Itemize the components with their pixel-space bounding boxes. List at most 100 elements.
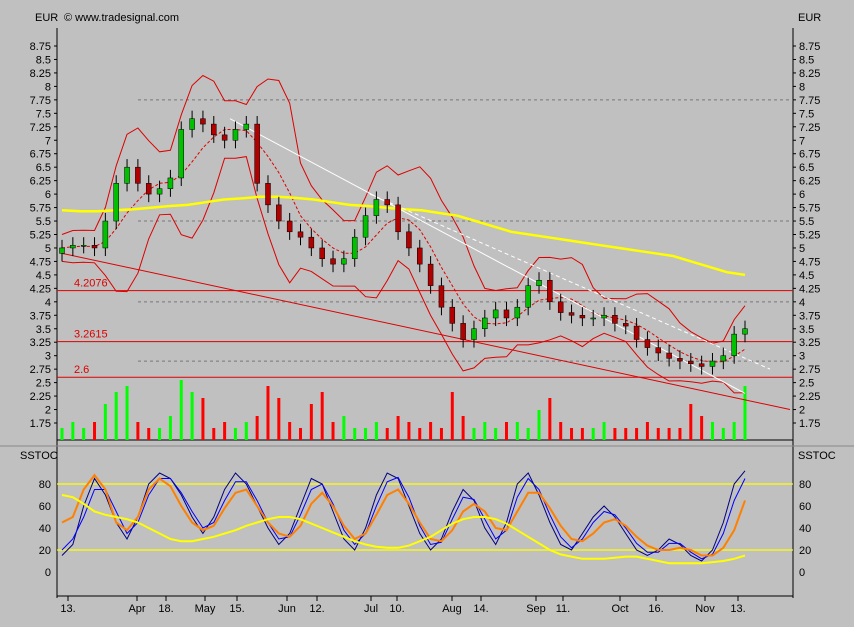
x-tick-label: Jun xyxy=(278,603,296,615)
price-tick-label-right: 2.75 xyxy=(799,364,820,376)
volume-bar xyxy=(331,422,335,440)
volume-bar xyxy=(472,428,476,440)
volume-bar xyxy=(396,416,400,440)
volume-bar xyxy=(266,386,270,440)
candle-body xyxy=(211,123,217,136)
price-tick-label-right: 5.25 xyxy=(799,230,820,242)
volume-bar xyxy=(212,428,216,440)
volume-bar xyxy=(190,392,194,440)
x-tick-label: 16. xyxy=(648,603,663,615)
price-tick-label-right: 5 xyxy=(799,243,805,255)
candle-body xyxy=(189,118,195,130)
support-line-label: 4.2076 xyxy=(74,278,108,290)
volume-bar xyxy=(114,392,118,440)
price-tick-label-left: 4.75 xyxy=(30,256,51,268)
volume-bar xyxy=(580,428,584,440)
volume-bar xyxy=(559,422,563,440)
price-tick-label-right: 4.25 xyxy=(799,283,820,295)
sstoc-tick-label-left: 40 xyxy=(39,523,51,535)
volume-bar xyxy=(700,416,704,440)
price-tick-label-left: 8 xyxy=(45,81,51,93)
candle-body xyxy=(438,285,445,308)
price-tick-label-left: 3.25 xyxy=(30,337,51,349)
price-tick-label-left: 5.75 xyxy=(30,203,51,215)
candle-body xyxy=(297,231,304,238)
price-tick-label-left: 8.25 xyxy=(30,68,51,80)
candle-body xyxy=(622,323,629,327)
candle-body xyxy=(243,123,250,130)
candle-body xyxy=(102,220,109,249)
candle-body xyxy=(427,263,434,286)
price-tick-label-right: 7.25 xyxy=(799,122,820,134)
volume-bar xyxy=(374,422,378,440)
currency-label-right: EUR xyxy=(798,12,821,24)
price-tick-label-left: 7.5 xyxy=(36,108,51,120)
x-tick-label: Nov xyxy=(695,603,715,615)
candle-body xyxy=(276,204,282,222)
volume-bar xyxy=(342,416,346,440)
volume-bar xyxy=(591,428,595,440)
sstoc-tick-label-right: 40 xyxy=(799,523,811,535)
x-tick-label: 12. xyxy=(309,603,324,615)
candle-body xyxy=(612,315,618,324)
price-tick-label-left: 2.5 xyxy=(36,378,51,390)
candle-body xyxy=(91,245,98,249)
candle-body xyxy=(471,328,477,340)
candle-body xyxy=(70,245,76,249)
price-tick-label-left: 7.75 xyxy=(30,95,51,107)
candle-body xyxy=(492,309,499,319)
candle-body xyxy=(135,166,141,184)
volume-bar xyxy=(689,404,693,440)
sstoc-label-right: SSTOC xyxy=(798,450,836,462)
candle-body xyxy=(557,301,564,313)
volume-bar xyxy=(244,422,248,440)
price-tick-label-left: 3.5 xyxy=(36,324,51,336)
volume-bar xyxy=(309,404,313,440)
x-tick-label: 13. xyxy=(60,603,75,615)
sstoc-tick-label-right: 20 xyxy=(799,545,811,557)
candle-body xyxy=(644,339,651,348)
volume-bar xyxy=(385,428,389,440)
volume-bar xyxy=(429,422,433,440)
volume-bar xyxy=(320,392,324,440)
volume-bar xyxy=(743,386,747,440)
price-tick-label-left: 6.75 xyxy=(30,149,51,161)
price-tick-label-right: 2.25 xyxy=(799,391,820,403)
candle-body xyxy=(720,355,727,362)
price-tick-label-right: 7.75 xyxy=(799,95,820,107)
candle-body xyxy=(286,220,293,233)
volume-bar xyxy=(353,428,357,440)
price-tick-label-left: 1.75 xyxy=(30,418,51,430)
candle-body xyxy=(709,360,716,367)
x-tick-label: 14. xyxy=(473,603,488,615)
candle-body xyxy=(547,280,553,303)
x-tick-label: Aug xyxy=(442,603,462,615)
support-line-label: 2.6 xyxy=(74,364,89,376)
price-tick-label-right: 6.5 xyxy=(799,162,814,174)
candle-body xyxy=(384,199,390,206)
x-tick-label: Oct xyxy=(611,603,628,615)
price-tick-label-right: 4.5 xyxy=(799,270,814,282)
sstoc-tick-label-left: 60 xyxy=(39,501,51,513)
candle-body xyxy=(731,333,737,356)
volume-bar xyxy=(255,416,259,440)
price-tick-label-right: 3.5 xyxy=(799,324,814,336)
price-tick-label-right: 5.5 xyxy=(799,216,814,228)
volume-bar xyxy=(526,428,530,440)
candle-body xyxy=(156,188,163,195)
price-tick-label-right: 2 xyxy=(799,405,805,417)
support-line-label: 3.2615 xyxy=(74,329,108,341)
x-tick-label: May xyxy=(195,603,216,615)
price-tick-label-right: 4 xyxy=(799,297,805,309)
volume-bar xyxy=(233,428,237,440)
volume-bar xyxy=(179,380,183,440)
candle-body xyxy=(568,312,575,316)
candle-body xyxy=(145,183,152,195)
price-tick-label-left: 2.25 xyxy=(30,391,51,403)
candle-body xyxy=(482,317,488,330)
volume-bar xyxy=(125,386,129,440)
volume-bar xyxy=(299,428,303,440)
price-tick-label-left: 5 xyxy=(45,243,51,255)
candle-body xyxy=(742,328,748,335)
volume-bar xyxy=(103,404,107,440)
